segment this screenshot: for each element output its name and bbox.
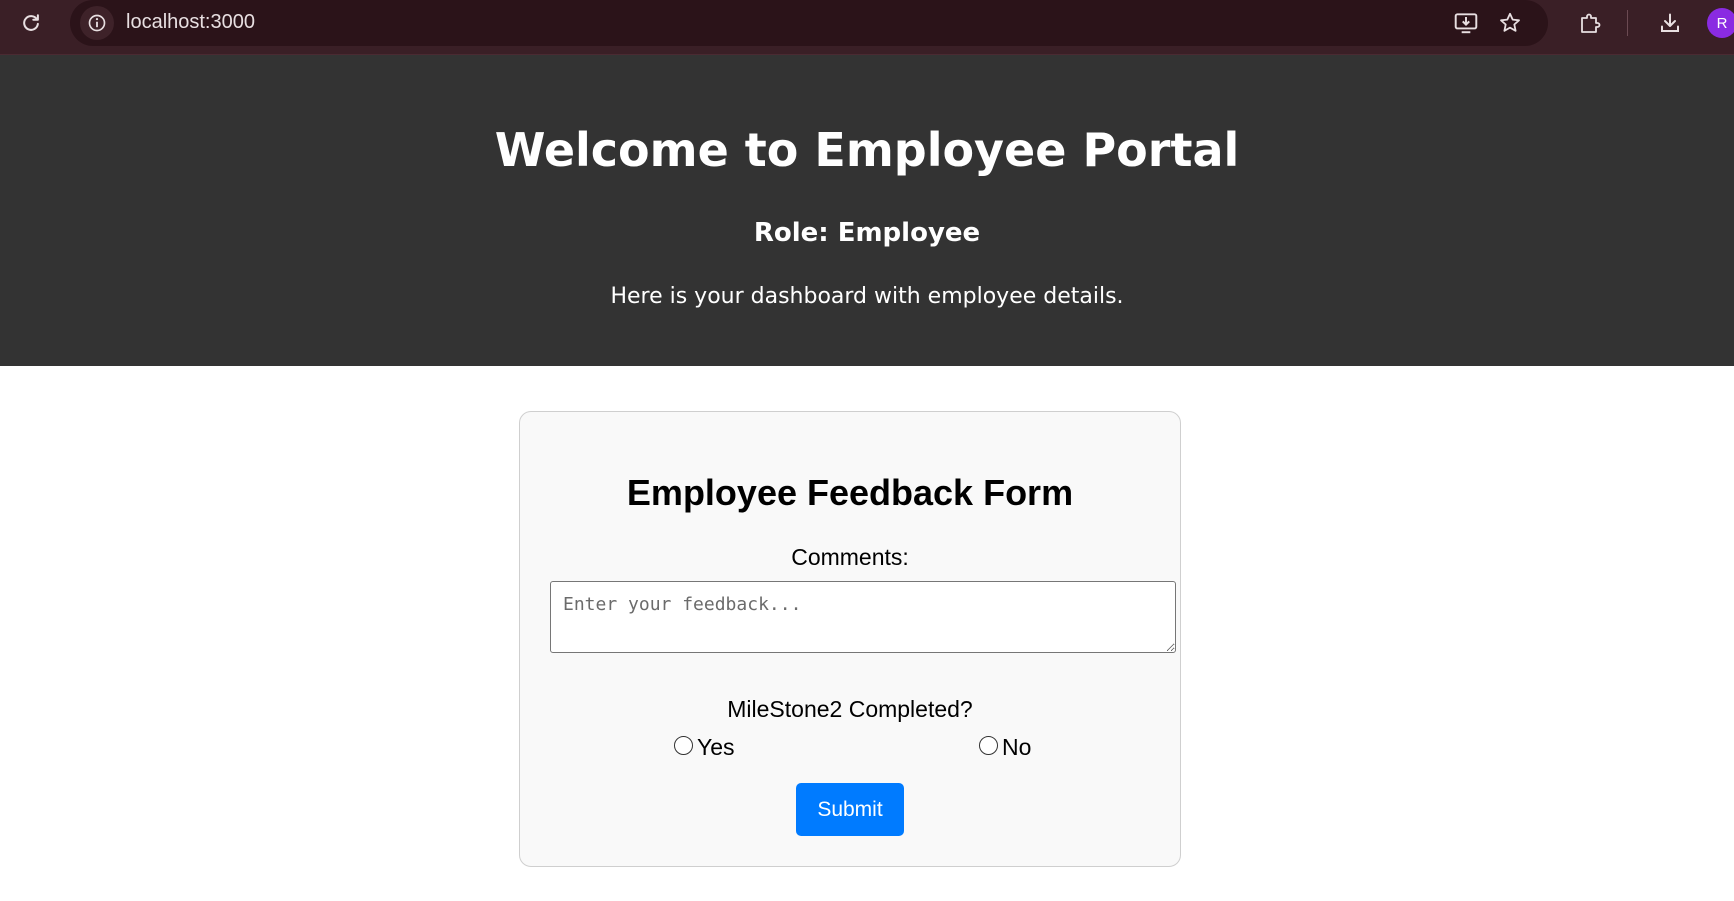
portal-header: Welcome to Employee Portal Role: Employe… [0,55,1734,366]
install-app-icon[interactable] [1449,6,1483,40]
form-title: Employee Feedback Form [626,472,1074,513]
toolbar-divider [1627,10,1628,36]
comments-label: Comments: [791,544,909,570]
milestone-yes-option[interactable]: Yes [674,734,735,761]
bookmark-star-icon[interactable] [1493,6,1527,40]
site-info-icon[interactable] [80,6,114,40]
profile-avatar[interactable]: R [1707,8,1734,38]
submit-button[interactable]: Submit [796,783,904,836]
milestone-question-label: MileStone2 Completed? [727,696,973,722]
yes-radio-label: Yes [697,734,735,760]
milestone-no-option[interactable]: No [979,734,1031,761]
no-radio-button[interactable] [979,736,998,755]
feedback-form: Employee Feedback Form Comments: MileSto… [519,411,1181,867]
no-radio-label: No [1002,734,1032,760]
download-icon[interactable] [1653,6,1687,40]
dashboard-description: Here is your dashboard with employee det… [610,284,1124,309]
address-bar[interactable]: localhost:3000 [70,0,1548,46]
role-heading: Role: Employee [753,218,981,248]
page-title: Welcome to Employee Portal [494,123,1240,177]
extensions-icon[interactable] [1573,6,1607,40]
yes-radio-button[interactable] [674,736,693,755]
reload-icon[interactable] [16,8,46,38]
browser-toolbar: localhost:3000 R [0,0,1734,55]
url-text[interactable]: localhost:3000 [126,11,255,34]
comments-textarea[interactable] [550,581,1176,653]
